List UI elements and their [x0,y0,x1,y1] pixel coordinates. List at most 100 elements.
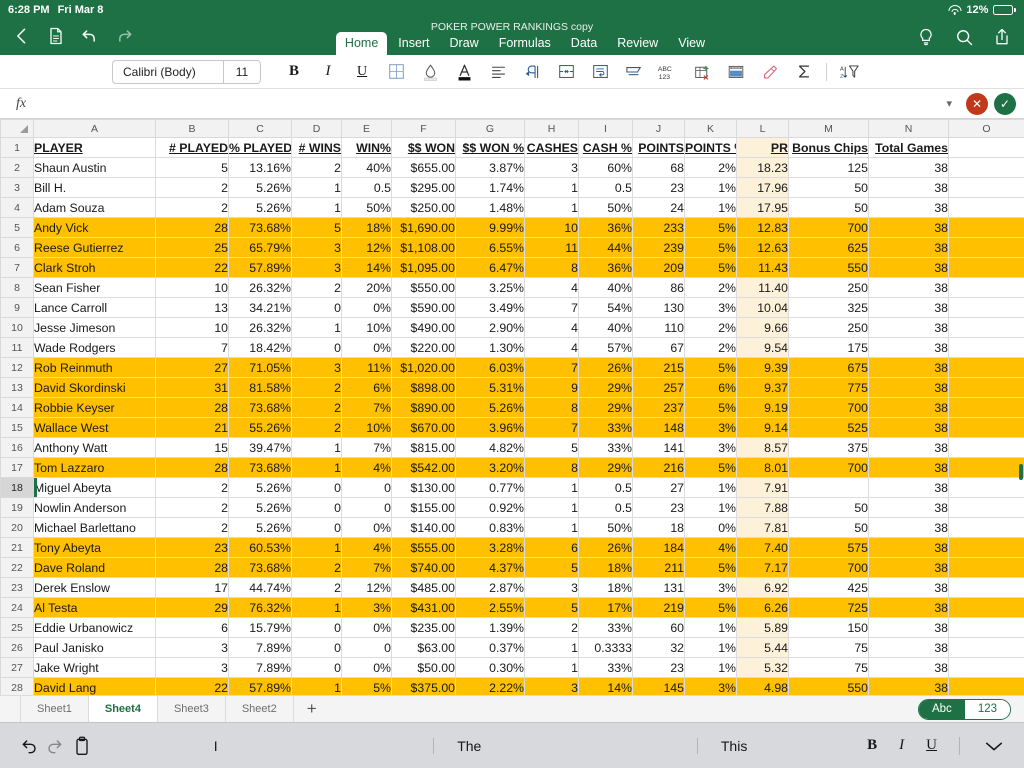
cell-O6[interactable] [948,237,1024,258]
cell-M6[interactable]: 625 [788,237,869,258]
cell-N21[interactable]: 38 [868,537,949,558]
table-row[interactable]: 9 Lance Carroll 13 34.21% 0 0% $590.00 3.49% 7 54… [0,297,1024,318]
cell-D15[interactable]: 2 [291,417,342,438]
cell-J19[interactable]: 23 [632,497,685,518]
cell-N4[interactable]: 38 [868,197,949,218]
cell-K13[interactable]: 6% [684,377,737,398]
function-icon[interactable]: fx [8,96,34,112]
cell-M4[interactable]: 50 [788,197,869,218]
cell-J10[interactable]: 110 [632,317,685,338]
insert-cells-icon[interactable] [685,57,719,87]
cell-M15[interactable]: 525 [788,417,869,438]
cell-H5[interactable]: 10 [524,217,579,238]
cell-I11[interactable]: 57% [578,337,633,358]
chevron-down-icon[interactable]: ▾ [938,97,960,110]
cell-B24[interactable]: 29 [155,597,229,618]
cell-C5[interactable]: 73.68% [228,217,292,238]
cell-H18[interactable]: 1 [524,477,579,498]
cell-K20[interactable]: 0% [684,517,737,538]
cell-H12[interactable]: 7 [524,357,579,378]
cell-F2[interactable]: $655.00 [391,157,456,178]
cell-A12[interactable]: Rob Reinmuth [33,357,156,378]
cell-K27[interactable]: 1% [684,657,737,678]
cell-D10[interactable]: 1 [291,317,342,338]
table-row[interactable]: 13 David Skordinski 31 81.58% 2 6% $898.00 5.31… [0,377,1024,398]
cell-B3[interactable]: 2 [155,177,229,198]
cell-C9[interactable]: 34.21% [228,297,292,318]
cell-O8[interactable] [948,277,1024,298]
autofit-icon[interactable] [719,57,753,87]
cell-F13[interactable]: $898.00 [391,377,456,398]
cell-F5[interactable]: $1,690.00 [391,217,456,238]
cell-C21[interactable]: 60.53% [228,537,292,558]
cell-I23[interactable]: 18% [578,577,633,598]
cell-K16[interactable]: 3% [684,437,737,458]
cell-L18[interactable]: 7.91 [736,477,789,498]
cell-G14[interactable]: 5.26% [455,397,525,418]
cell-L24[interactable]: 6.26 [736,597,789,618]
cell-H26[interactable]: 1 [524,637,579,658]
cell-G22[interactable]: 4.37% [455,557,525,578]
cell-F23[interactable]: $485.00 [391,577,456,598]
table-row[interactable]: 11 Wade Rodgers 7 18.42% 0 0% $220.00 1.30% 4 57%… [0,337,1024,358]
cell-I17[interactable]: 29% [578,457,633,478]
cell-C17[interactable]: 73.68% [228,457,292,478]
cell-E3[interactable]: 0.5 [341,177,392,198]
cell-N8[interactable]: 38 [868,277,949,298]
cell-C22[interactable]: 73.68% [228,557,292,578]
cell-D3[interactable]: 1 [291,177,342,198]
cell-K6[interactable]: 5% [684,237,737,258]
cell-K18[interactable]: 1% [684,477,737,498]
undo-icon[interactable] [80,26,100,46]
italic-button[interactable]: I [311,57,345,87]
cell-L6[interactable]: 12.63 [736,237,789,258]
cell-G12[interactable]: 6.03% [455,357,525,378]
cell-K3[interactable]: 1% [684,177,737,198]
cell-G18[interactable]: 0.77% [455,477,525,498]
cell-G13[interactable]: 5.31% [455,377,525,398]
font-size-field[interactable]: 11 [224,65,260,79]
kb-italic-button[interactable]: I [899,737,904,754]
cell-N26[interactable]: 38 [868,637,949,658]
row-header-13[interactable]: 13 [0,377,34,398]
cell-B19[interactable]: 2 [155,497,229,518]
cell-N28[interactable]: 38 [868,677,949,695]
cell-E2[interactable]: 40% [341,157,392,178]
cell-F9[interactable]: $590.00 [391,297,456,318]
cell-A5[interactable]: Andy Vick [33,217,156,238]
cell-F25[interactable]: $235.00 [391,617,456,638]
font-name-field[interactable]: Calibri (Body) [113,65,223,79]
cell-D1[interactable]: # WINS [291,137,342,158]
select-all-corner[interactable] [0,119,34,138]
cell-G28[interactable]: 2.22% [455,677,525,695]
table-row[interactable]: 26 Paul Janisko 3 7.89% 0 0 $63.00 0.37% 1 0.3333… [0,637,1024,658]
cell-C2[interactable]: 13.16% [228,157,292,178]
sheet-tab-sheet4[interactable]: Sheet4 [88,696,158,722]
cell-D2[interactable]: 2 [291,157,342,178]
cell-A16[interactable]: Anthony Watt [33,437,156,458]
cell-J13[interactable]: 257 [632,377,685,398]
row-header-20[interactable]: 20 [0,517,34,538]
cell-A7[interactable]: Clark Stroh [33,257,156,278]
cell-J4[interactable]: 24 [632,197,685,218]
cell-L14[interactable]: 9.19 [736,397,789,418]
cell-K4[interactable]: 1% [684,197,737,218]
cell-N9[interactable]: 38 [868,297,949,318]
cell-E15[interactable]: 10% [341,417,392,438]
cell-J3[interactable]: 23 [632,177,685,198]
tab-data[interactable]: Data [562,32,606,55]
autosum-icon[interactable] [787,57,821,87]
row-header-24[interactable]: 24 [0,597,34,618]
cell-E27[interactable]: 0% [341,657,392,678]
cell-H3[interactable]: 1 [524,177,579,198]
cell-L13[interactable]: 9.37 [736,377,789,398]
cell-L3[interactable]: 17.96 [736,177,789,198]
cell-J12[interactable]: 215 [632,357,685,378]
cell-I12[interactable]: 26% [578,357,633,378]
cell-N1[interactable]: Total Games [868,137,949,158]
cell-H16[interactable]: 5 [524,437,579,458]
table-row[interactable]: 21 Tony Abeyta 23 60.53% 1 4% $555.00 3.28% 6 26%… [0,537,1024,558]
cell-D8[interactable]: 2 [291,277,342,298]
cell-I19[interactable]: 0.5 [578,497,633,518]
cell-O20[interactable] [948,517,1024,538]
